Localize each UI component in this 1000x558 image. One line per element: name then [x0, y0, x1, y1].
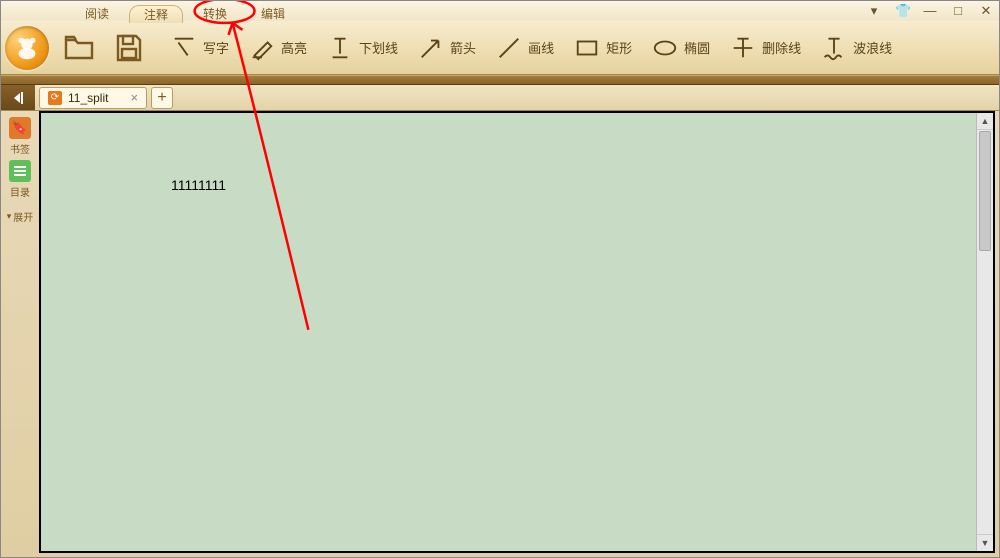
app-logo-icon[interactable]: [5, 26, 49, 70]
tool-label: 矩形: [606, 38, 632, 57]
menu-tab-annotate[interactable]: 注释: [129, 5, 183, 23]
vertical-scrollbar[interactable]: ▲ ▼: [976, 113, 993, 551]
bookmark-icon: 🔖: [9, 117, 31, 139]
tool-arrow[interactable]: 箭头: [408, 35, 486, 61]
collapse-sidebar-button[interactable]: [1, 85, 35, 110]
new-tab-button[interactable]: +: [151, 87, 173, 109]
tool-label: 下划线: [359, 38, 398, 57]
tool-wave[interactable]: 波浪线: [811, 35, 902, 61]
main-area: 🔖 书签 目录 ▾ 展开 11111111 ▲ ▼: [1, 111, 999, 557]
skin-icon[interactable]: 👕: [895, 3, 909, 19]
scroll-thumb[interactable]: [979, 131, 991, 251]
save-file-button[interactable]: [111, 30, 147, 66]
document-viewport: 11111111 ▲ ▼: [41, 113, 993, 551]
minimize-button[interactable]: —: [923, 3, 937, 19]
scroll-down-icon[interactable]: ▼: [977, 534, 993, 551]
menu-tab-edit[interactable]: 编辑: [247, 5, 299, 23]
document-frame: 11111111 ▲ ▼: [39, 111, 995, 553]
tool-underline[interactable]: 下划线: [317, 35, 408, 61]
sidebar-bookmarks[interactable]: 🔖 书签: [5, 117, 35, 156]
close-window-button[interactable]: ✕: [979, 3, 993, 19]
tool-highlight[interactable]: 高亮: [239, 35, 317, 61]
menu-tab-read[interactable]: 阅读: [71, 5, 123, 23]
maximize-button[interactable]: □: [951, 3, 965, 19]
tool-write[interactable]: 写字: [161, 35, 239, 61]
left-sidebar: 🔖 书签 目录 ▾ 展开: [1, 111, 39, 557]
options-dropdown-icon[interactable]: ▾: [867, 3, 881, 19]
tool-label: 波浪线: [853, 38, 892, 57]
expand-label: 展开: [13, 209, 33, 224]
document-content-text: 11111111: [171, 177, 226, 193]
menu-tab-convert[interactable]: 转换: [189, 5, 241, 23]
tool-label: 画线: [528, 38, 554, 57]
toolbar: 写字 高亮 下划线 箭头 画线 矩形 椭圆 删除线 波浪线: [1, 21, 999, 75]
document-page[interactable]: 11111111: [41, 113, 976, 551]
file-tab-title: 11_split: [68, 91, 108, 105]
file-tab[interactable]: ⟳ 11_split ×: [39, 87, 147, 109]
tool-line[interactable]: 画线: [486, 35, 564, 61]
sidebar-toc[interactable]: 目录: [5, 160, 35, 199]
separator-strip: [1, 75, 999, 85]
bar-icon: [21, 92, 23, 104]
document-type-icon: ⟳: [48, 91, 62, 105]
window-controls: ▾ 👕 — □ ✕: [867, 3, 993, 19]
sidebar-label: 书签: [10, 141, 30, 156]
tool-label: 写字: [203, 38, 229, 57]
tool-label: 删除线: [762, 38, 801, 57]
chevron-down-icon: ▾: [7, 211, 12, 222]
tool-strikethrough[interactable]: 删除线: [720, 35, 811, 61]
open-file-button[interactable]: [61, 30, 97, 66]
scroll-up-icon[interactable]: ▲: [977, 113, 993, 130]
close-tab-button[interactable]: ×: [130, 90, 138, 105]
tool-rect[interactable]: 矩形: [564, 35, 642, 61]
tool-ellipse[interactable]: 椭圆: [642, 35, 720, 61]
sidebar-label: 目录: [10, 184, 30, 199]
tool-label: 高亮: [281, 38, 307, 57]
toc-icon: [9, 160, 31, 182]
sidebar-expand[interactable]: ▾ 展开: [7, 209, 34, 224]
tool-label: 椭圆: [684, 38, 710, 57]
triangle-left-icon: [14, 93, 20, 103]
file-tab-bar: ⟳ 11_split × +: [1, 85, 999, 111]
tool-label: 箭头: [450, 38, 476, 57]
main-menu-bar: 阅读 注释 转换 编辑 ▾ 👕 — □ ✕: [1, 1, 999, 21]
